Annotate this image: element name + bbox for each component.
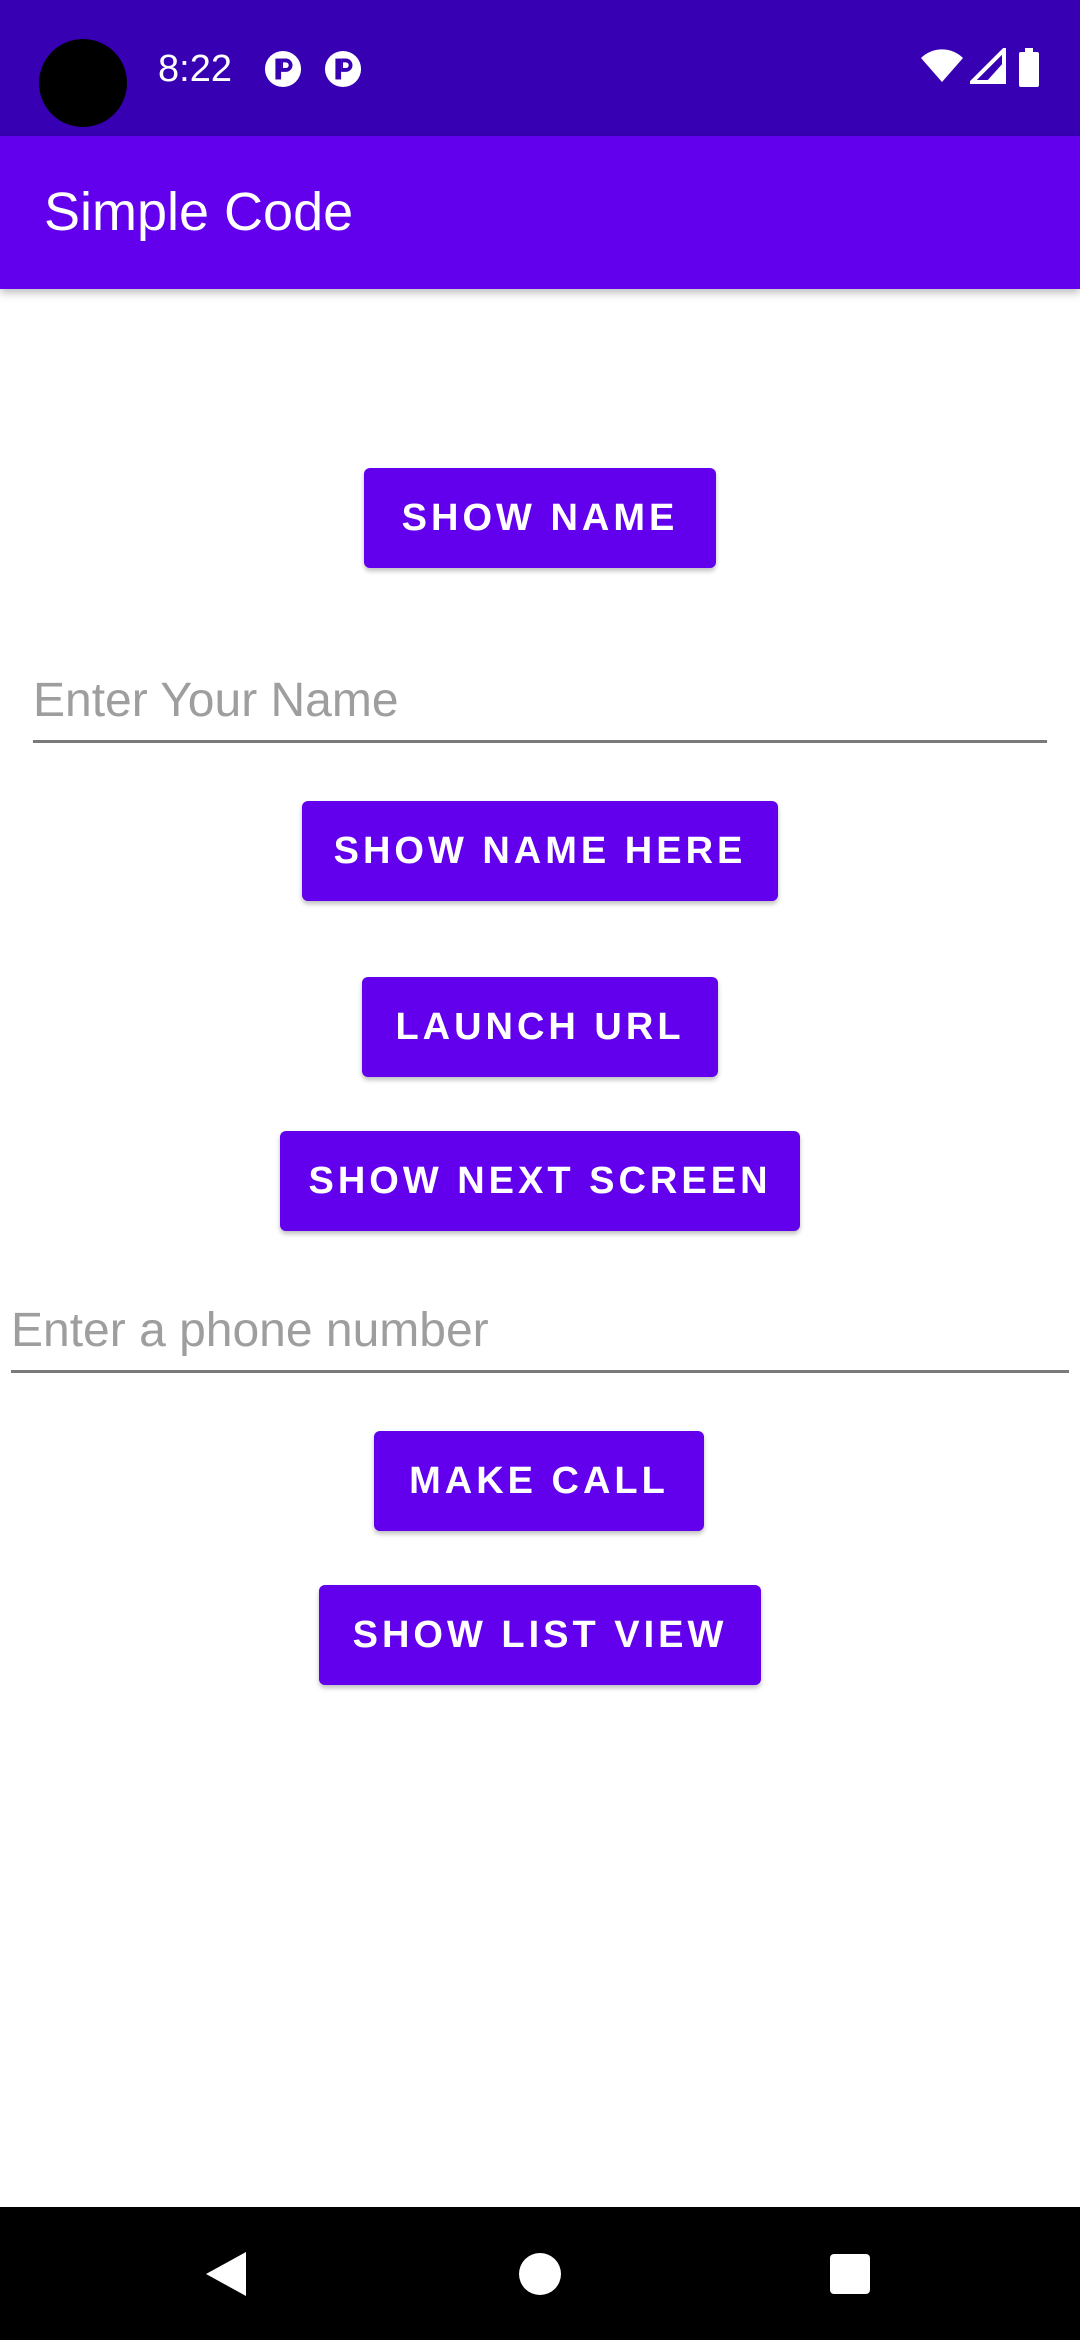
phone-field[interactable] <box>11 1290 1069 1373</box>
launch-url-button[interactable]: LAUNCH URL <box>362 977 718 1077</box>
nav-recents-button[interactable] <box>770 2207 930 2340</box>
camera-cutout <box>39 39 127 127</box>
status-bar: 8:22 <box>0 0 1080 136</box>
show-list-view-button[interactable]: SHOW LIST VIEW <box>319 1585 761 1685</box>
screen: 8:22 Simple Code SHOW NAME Enter Your Na… <box>0 0 1080 2340</box>
home-icon <box>519 2252 561 2295</box>
nav-home-button[interactable] <box>460 2207 620 2340</box>
wifi-icon <box>921 49 963 82</box>
recents-icon <box>830 2253 870 2294</box>
notification-p-icon <box>264 50 302 88</box>
show-name-button[interactable]: SHOW NAME <box>364 468 716 568</box>
phone-input[interactable] <box>11 1290 1069 1370</box>
app-bar: Simple Code <box>0 136 1080 289</box>
nav-back-button[interactable] <box>146 2207 306 2340</box>
app-title: Simple Code <box>44 182 354 242</box>
name-input[interactable] <box>33 660 1047 740</box>
show-name-here-button[interactable]: SHOW NAME HERE <box>302 801 778 901</box>
battery-icon <box>1019 48 1039 87</box>
signal-icon <box>970 48 1006 84</box>
back-icon <box>206 2251 246 2296</box>
make-call-button[interactable]: MAKE CALL <box>374 1431 704 1531</box>
notification-p-icon <box>324 50 362 88</box>
navigation-bar <box>0 2207 1080 2340</box>
name-field[interactable] <box>33 660 1047 743</box>
status-icons <box>920 48 1060 88</box>
show-next-screen-button[interactable]: SHOW NEXT SCREEN <box>280 1131 800 1231</box>
status-time: 8:22 <box>158 48 232 90</box>
